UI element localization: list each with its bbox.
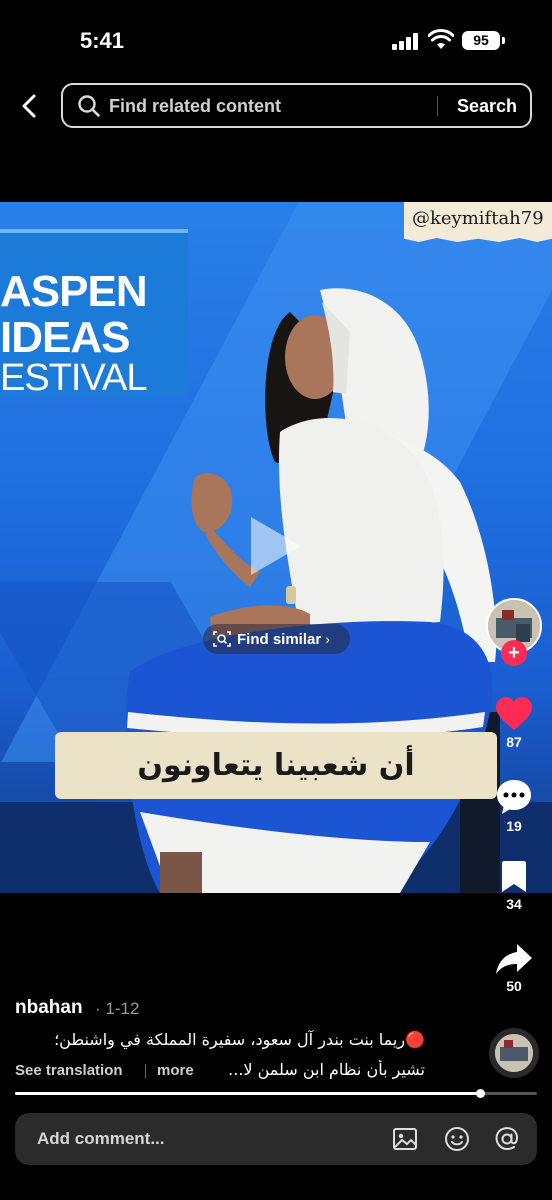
more-link[interactable]: more [157, 1062, 194, 1079]
watermark: @keymiftah79 [404, 202, 552, 242]
status-time: 5:41 [80, 28, 125, 53]
mention-icon[interactable] [493, 1125, 521, 1153]
video-progress-knob[interactable] [475, 1089, 485, 1098]
cellular-signal-icon [392, 32, 420, 50]
bookmark-icon [502, 861, 526, 892]
bookmark-count: 34 [506, 896, 522, 912]
status-bar: 5:41 95 [0, 0, 552, 80]
battery-tip [502, 37, 505, 44]
video-caption-text: أن شعبينا يتعاونون [137, 748, 415, 783]
search-button[interactable]: Search [447, 92, 527, 120]
comment-count: 19 [506, 818, 522, 834]
chevron-right-icon: › [325, 631, 330, 647]
wifi-icon [428, 29, 454, 49]
image-icon[interactable] [391, 1125, 419, 1153]
post-username[interactable]: nbahan [15, 997, 83, 1019]
follow-button[interactable]: + [501, 640, 527, 666]
play-icon[interactable] [247, 515, 303, 577]
post-date: · 1-12 [95, 999, 140, 1018]
back-button[interactable] [12, 88, 46, 124]
music-disc[interactable] [489, 1028, 539, 1078]
music-cover-image [495, 1034, 533, 1072]
video-progress-bar[interactable] [15, 1089, 537, 1098]
battery-indicator: 95 [462, 31, 500, 50]
post-description-line2: تشير بأن نظام ابن سلمن لا... [228, 1060, 425, 1079]
bookmark-button[interactable]: 34 [490, 860, 538, 912]
search-icon [78, 95, 100, 117]
visual-search-icon [213, 631, 231, 647]
chevron-left-icon [22, 94, 36, 118]
video-caption: أن شعبينا يتعاونون [55, 732, 497, 799]
video-player[interactable]: ASPEN IDEAS ESTIVAL @keymiftah79 Find si… [0, 202, 552, 893]
post-description-line1: 🔴ريما بنت بندر آل سعود، سفيرة المملكة في… [54, 1030, 425, 1049]
find-similar-button[interactable]: Find similar › [203, 624, 350, 654]
search-divider [437, 96, 438, 116]
emoji-icon[interactable] [443, 1125, 471, 1153]
share-button[interactable]: 50 [490, 942, 538, 994]
video-progress-fill [15, 1092, 480, 1095]
share-count: 50 [506, 978, 522, 994]
share-icon [496, 944, 532, 974]
post-description-row: See translation more تشير بأن نظام ابن س… [15, 1060, 425, 1082]
like-button[interactable]: 87 [490, 696, 538, 750]
search-bar[interactable]: Search [61, 83, 532, 128]
comment-input[interactable] [37, 1127, 367, 1151]
search-input[interactable] [109, 93, 429, 119]
separator [145, 1064, 146, 1078]
like-count: 87 [506, 734, 522, 750]
heart-icon [496, 697, 532, 730]
comment-icon [497, 780, 531, 814]
see-translation-link[interactable]: See translation [15, 1062, 123, 1079]
comment-bar [15, 1113, 537, 1165]
find-similar-label: Find similar [237, 630, 322, 648]
comment-button[interactable]: 19 [490, 778, 538, 834]
